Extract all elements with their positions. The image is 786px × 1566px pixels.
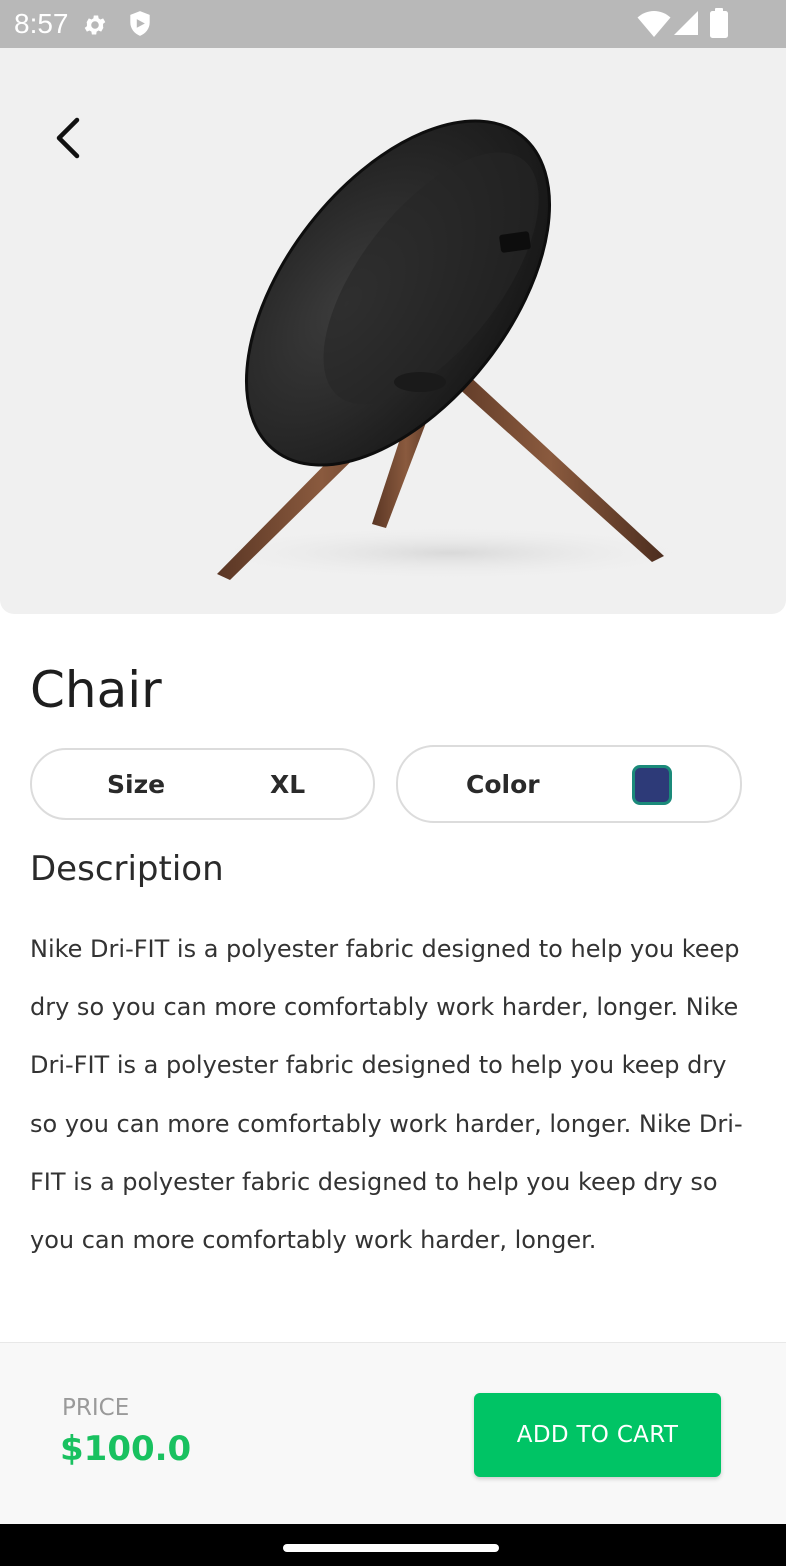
home-indicator[interactable] [283, 1544, 499, 1552]
color-swatch[interactable] [632, 765, 672, 805]
size-label: Size [107, 770, 166, 799]
description-heading: Description [30, 849, 224, 889]
description-text: Nike Dri-FIT is a polyester fabric desig… [30, 935, 743, 1255]
speaker-chair-image [190, 119, 710, 581]
product-detail-screen: 8:57 Chair Size XL Color Description Nik… [0, 0, 786, 1566]
add-to-cart-button[interactable]: ADD TO CART [474, 1393, 721, 1477]
product-image [0, 48, 786, 614]
color-selector[interactable]: Color [396, 745, 742, 823]
signal-icon [673, 10, 699, 40]
size-value: XL [270, 770, 306, 799]
product-title: Chair [30, 661, 162, 719]
size-selector[interactable]: Size XL [30, 748, 375, 820]
back-button[interactable] [40, 108, 96, 168]
price-value: $100.0 [60, 1429, 192, 1469]
purchase-bar: PRICE $100.0 ADD TO CART [0, 1342, 786, 1524]
gear-icon [82, 12, 108, 42]
status-time: 8:57 [14, 8, 69, 39]
chevron-left-icon [56, 117, 80, 159]
price-label: PRICE [62, 1395, 130, 1421]
wifi-icon [637, 10, 671, 42]
system-nav-bar [0, 1524, 786, 1566]
status-bar: 8:57 [0, 0, 786, 48]
battery-icon [710, 8, 728, 42]
shield-icon [127, 10, 153, 42]
color-label: Color [466, 770, 540, 799]
